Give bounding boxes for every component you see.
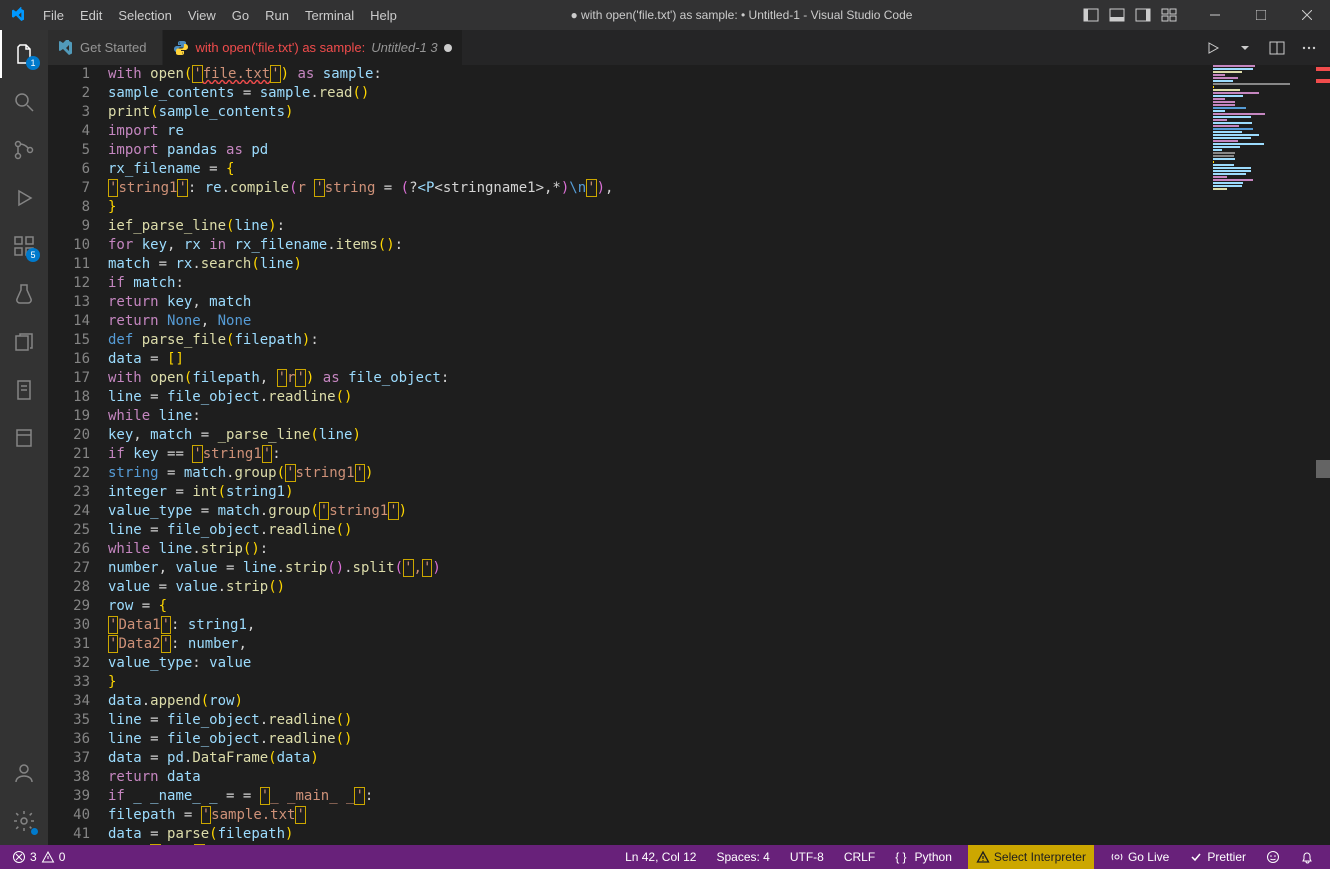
split-editor-icon[interactable] (1266, 37, 1288, 59)
status-language[interactable]: { }Python (891, 845, 956, 869)
editor-tabs: Get Started with open('file.txt') as sam… (48, 30, 1330, 65)
explorer-icon[interactable]: 1 (0, 30, 48, 78)
code-content[interactable]: with open('file.txt') as sample:sample_c… (108, 65, 1210, 845)
menu-help[interactable]: Help (362, 0, 405, 30)
menu-selection[interactable]: Selection (110, 0, 179, 30)
vscode-icon (58, 40, 74, 56)
scroll-thumb[interactable] (1316, 460, 1330, 478)
errors-count: 3 (30, 850, 37, 864)
menu-edit[interactable]: Edit (72, 0, 110, 30)
settings-icon[interactable] (0, 797, 48, 845)
scroll-error-marker (1316, 79, 1330, 83)
references-icon[interactable] (0, 318, 48, 366)
status-bell-icon[interactable] (1296, 845, 1318, 869)
toggle-primary-sidebar-icon[interactable] (1078, 0, 1104, 30)
tab-description: Untitled-1 3 (371, 40, 437, 55)
window-controls (1192, 0, 1330, 30)
source-control-icon[interactable] (0, 126, 48, 174)
toggle-panel-icon[interactable] (1104, 0, 1130, 30)
maximize-button[interactable] (1238, 0, 1284, 30)
search-icon[interactable] (0, 78, 48, 126)
status-encoding[interactable]: UTF-8 (786, 845, 828, 869)
layout-controls (1078, 0, 1182, 30)
python-icon (173, 40, 189, 56)
statusbar: 3 0 Ln 42, Col 12 Spaces: 4 UTF-8 CRLF {… (0, 845, 1330, 869)
settings-sync-dot (30, 827, 39, 836)
menu-run[interactable]: Run (257, 0, 297, 30)
more-actions-icon[interactable] (1298, 37, 1320, 59)
vscode-logo-icon (0, 7, 35, 23)
explorer-badge: 1 (26, 56, 40, 70)
tab-get-started[interactable]: Get Started (48, 30, 163, 65)
window-title: ● with open('file.txt') as sample: • Unt… (405, 8, 1078, 22)
vertical-scrollbar[interactable] (1316, 65, 1330, 845)
status-golive[interactable]: Go Live (1106, 845, 1173, 869)
menu-bar: File Edit Selection View Go Run Terminal… (35, 0, 405, 30)
titlebar: File Edit Selection View Go Run Terminal… (0, 0, 1330, 30)
extensions-icon[interactable]: 5 (0, 222, 48, 270)
testing-icon[interactable] (0, 270, 48, 318)
status-eol[interactable]: CRLF (840, 845, 879, 869)
editor-body[interactable]: 1234567891011121314151617181920212223242… (48, 65, 1330, 845)
tab-python-file[interactable]: with open('file.txt') as sample: Untitle… (163, 30, 462, 65)
run-file-icon[interactable] (1202, 37, 1224, 59)
accounts-icon[interactable] (0, 749, 48, 797)
close-button[interactable] (1284, 0, 1330, 30)
run-dropdown-icon[interactable] (1234, 37, 1256, 59)
tab-label: Get Started (80, 40, 146, 55)
warnings-count: 0 (59, 850, 66, 864)
toggle-secondary-sidebar-icon[interactable] (1130, 0, 1156, 30)
tab-label: with open('file.txt') as sample: (195, 40, 365, 55)
scroll-error-marker (1316, 67, 1330, 71)
menu-terminal[interactable]: Terminal (297, 0, 362, 30)
activity-bar: 1 5 (0, 30, 48, 845)
menu-view[interactable]: View (180, 0, 224, 30)
status-feedback-icon[interactable] (1262, 845, 1284, 869)
line-number-gutter: 1234567891011121314151617181920212223242… (48, 65, 108, 845)
bookmarks-icon[interactable] (0, 366, 48, 414)
status-position[interactable]: Ln 42, Col 12 (621, 845, 700, 869)
menu-file[interactable]: File (35, 0, 72, 30)
minimize-button[interactable] (1192, 0, 1238, 30)
editor-actions (1202, 30, 1330, 65)
project-icon[interactable] (0, 414, 48, 462)
modified-indicator-icon (444, 44, 452, 52)
status-spaces[interactable]: Spaces: 4 (712, 845, 773, 869)
status-prettier[interactable]: Prettier (1185, 845, 1250, 869)
customize-layout-icon[interactable] (1156, 0, 1182, 30)
extensions-badge: 5 (26, 248, 40, 262)
status-interpreter-warning[interactable]: Select Interpreter (968, 845, 1094, 869)
status-problems[interactable]: 3 0 (8, 845, 69, 869)
run-debug-icon[interactable] (0, 174, 48, 222)
menu-go[interactable]: Go (224, 0, 257, 30)
minimap[interactable] (1210, 65, 1330, 845)
